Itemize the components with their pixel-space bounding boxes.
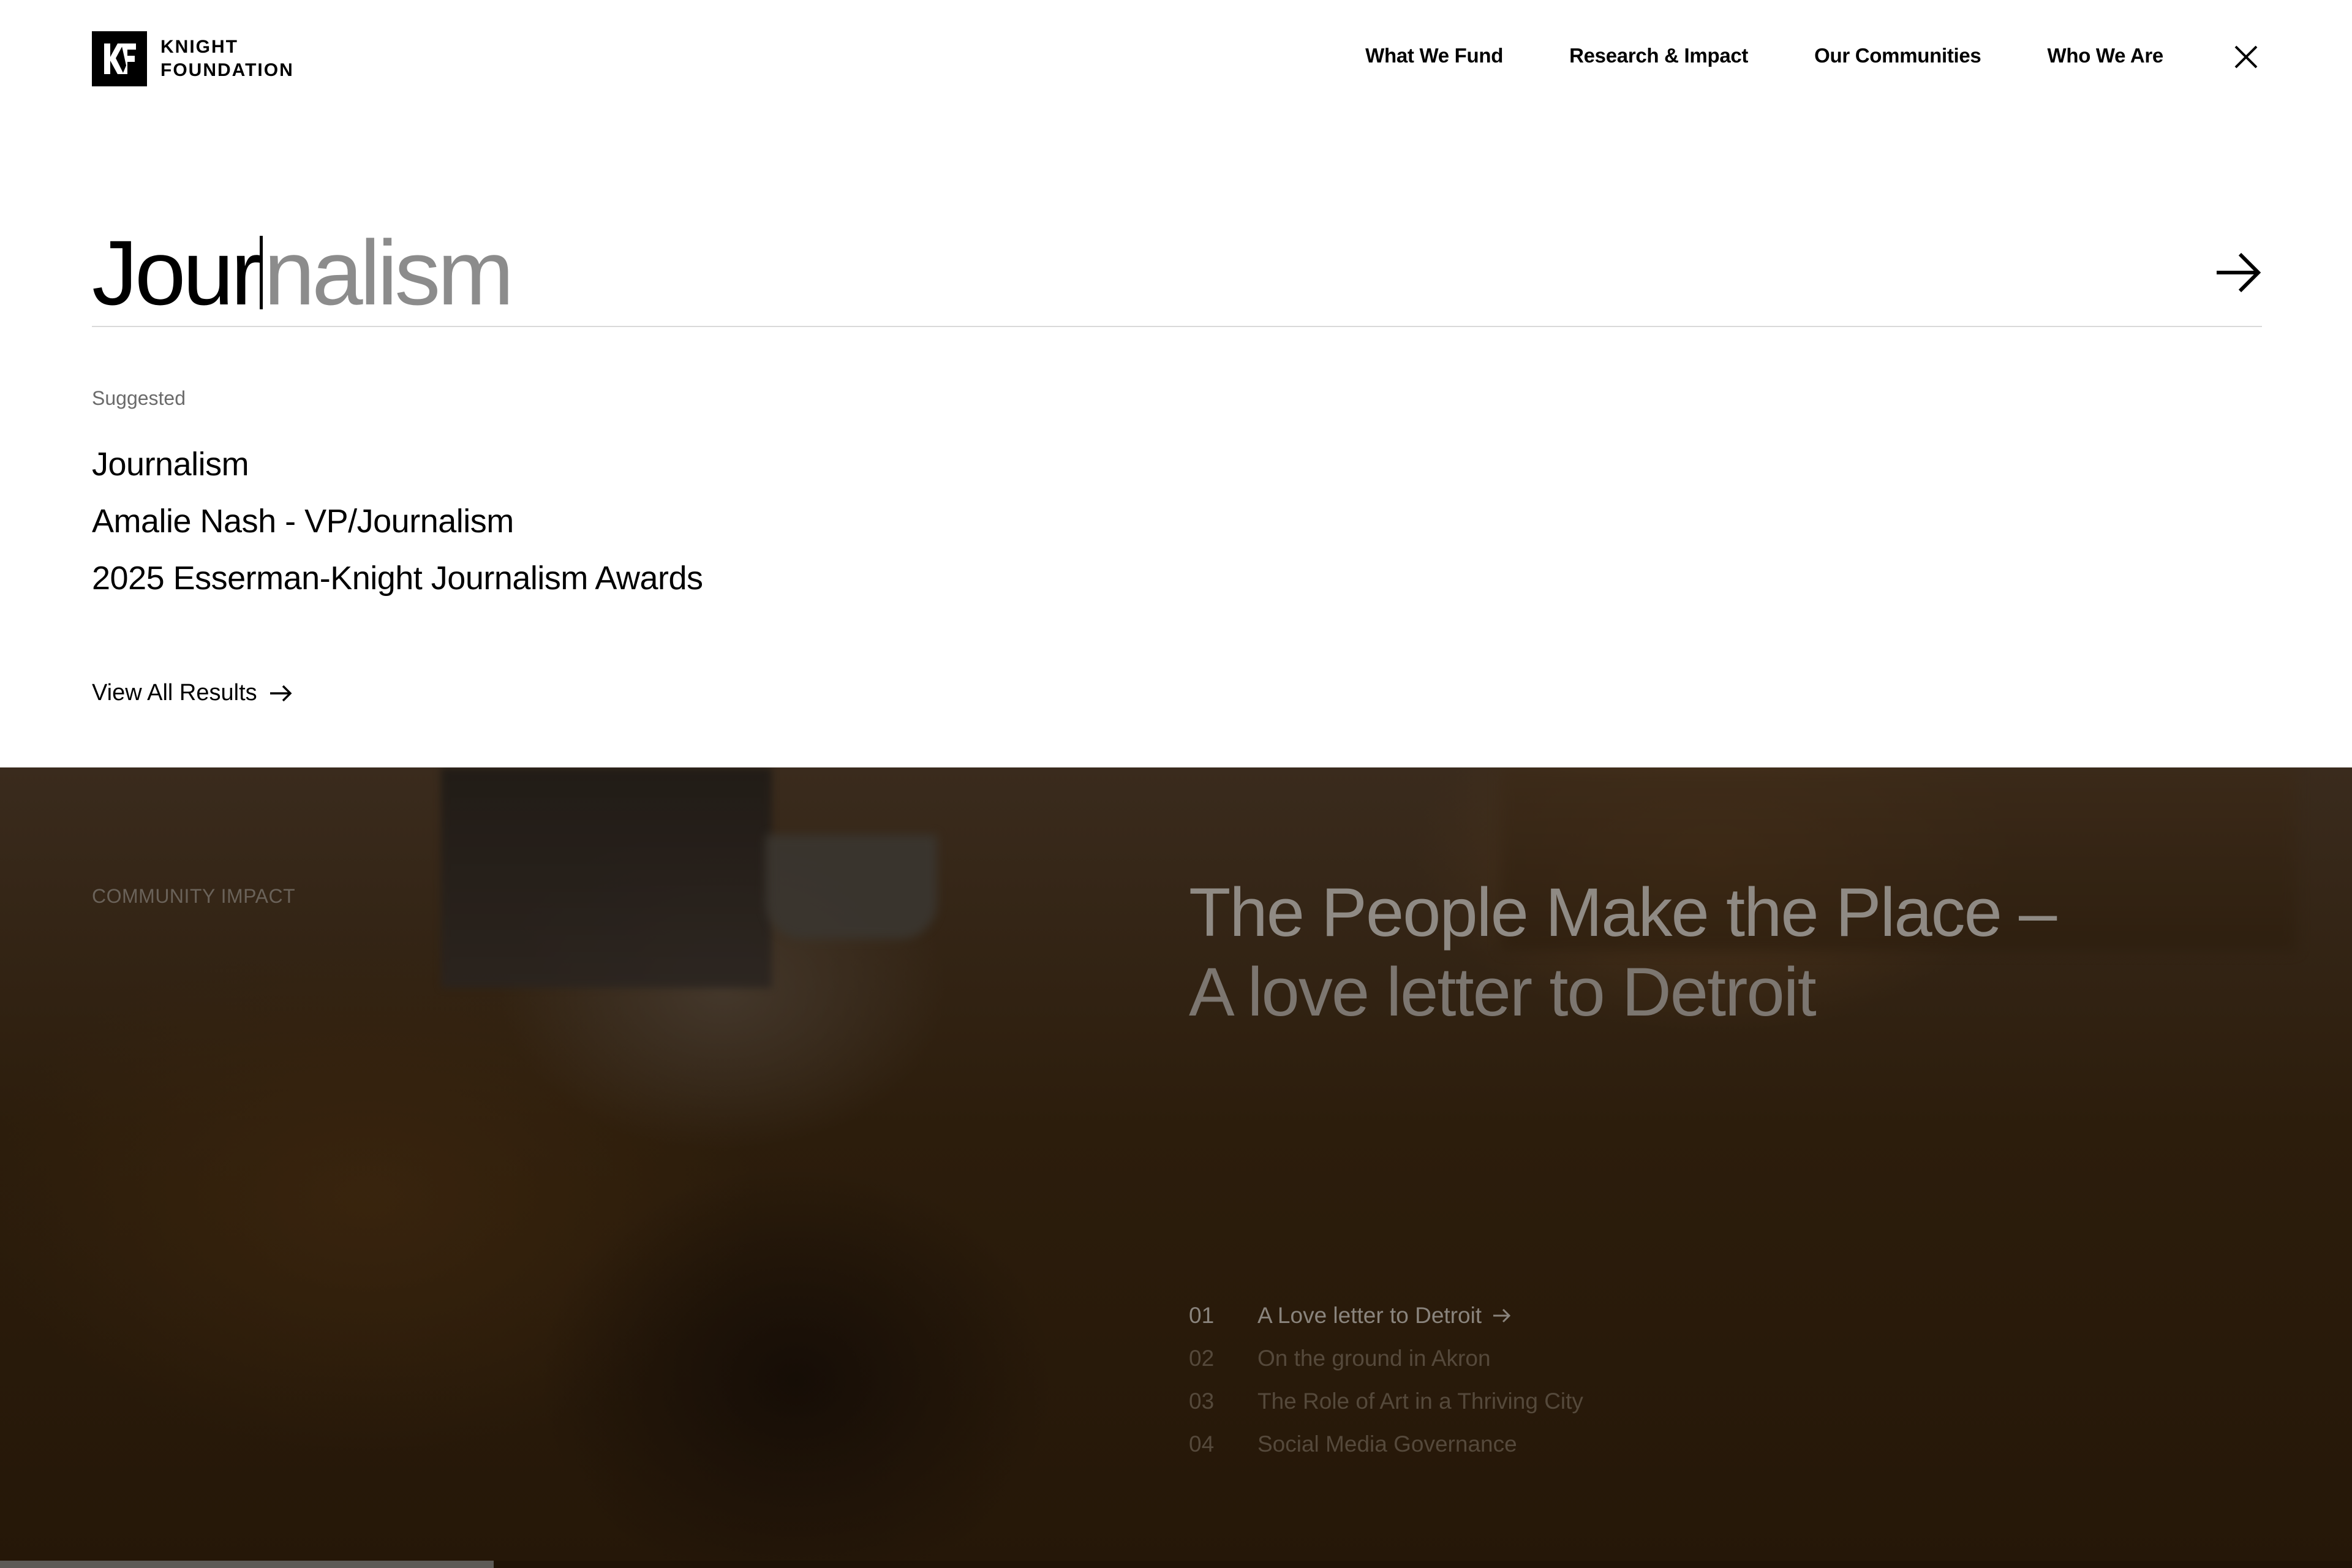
suggestion-item[interactable]: Journalism [92,436,703,493]
hero-title: The People Make the Place – A love lette… [1189,873,2057,1032]
hero-section: COMMUNITY IMPACT The People Make the Pla… [0,767,2352,1568]
story-title: On the ground in Akron [1257,1346,1491,1371]
hero-title-line2: A love letter to Detroit [1189,954,1817,1030]
search-submit-button[interactable] [2215,251,2262,294]
logo-line1: KNIGHT [160,37,238,57]
nav-item-our-communities[interactable]: Our Communities [1814,44,1981,67]
hero-title-line1: The People Make the Place – [1189,874,2057,951]
search-bar[interactable]: Journalism [92,208,2262,327]
arrow-right-icon [1493,1294,1511,1337]
nav-item-who-we-are[interactable]: Who We Are [2047,44,2163,67]
story-number: 02 [1189,1346,1215,1371]
arrow-right-icon [2217,252,2261,293]
logo-wordmark: KNIGHT FOUNDATION [160,36,294,82]
search-input[interactable]: Journalism [92,227,514,318]
suggestion-item[interactable]: 2025 Esserman-Knight Journalism Awards [92,550,703,607]
view-all-results-label: View All Results [92,680,257,706]
story-title: Social Media Governance [1257,1431,1517,1457]
slideshow-progress-bar [0,1561,494,1568]
close-icon [2234,45,2258,69]
kf-logo-mark-icon [92,31,147,86]
story-number: 01 [1189,1303,1215,1328]
hero-background-image [441,767,772,988]
story-item[interactable]: 04 Social Media Governance [1189,1423,1583,1466]
suggestion-item[interactable]: Amalie Nash - VP/Journalism [92,493,703,550]
arrow-right-icon [270,685,292,701]
text-caret [259,236,263,309]
search-typed-text: Jour [92,221,262,324]
suggestion-list: Journalism Amalie Nash - VP/Journalism 2… [92,436,703,607]
hero-background-image [766,835,937,939]
story-item[interactable]: 02 On the ground in Akron [1189,1337,1583,1380]
story-item[interactable]: 03 The Role of Art in a Thriving City [1189,1380,1583,1423]
nav-item-what-we-fund[interactable]: What We Fund [1365,44,1503,67]
search-autocomplete-text: nalism [263,221,514,324]
logo-line2: FOUNDATION [160,60,294,80]
story-list: 01 A Love letter to Detroit 02 On the gr… [1189,1294,1583,1466]
story-number: 04 [1189,1431,1215,1457]
suggested-heading: Suggested [92,387,186,409]
close-search-button[interactable] [2232,43,2260,71]
site-logo[interactable]: KNIGHT FOUNDATION [92,31,294,86]
hero-category-tag: COMMUNITY IMPACT [92,885,296,907]
site-header: KNIGHT FOUNDATION What We Fund Research … [0,0,2352,116]
story-number: 03 [1189,1389,1215,1414]
view-all-results-link[interactable]: View All Results [92,680,293,706]
story-title: The Role of Art in a Thriving City [1257,1389,1583,1414]
story-title: A Love letter to Detroit [1257,1303,1482,1328]
main-nav: What We Fund Research & Impact Our Commu… [1365,44,2163,67]
story-item[interactable]: 01 A Love letter to Detroit [1189,1294,1583,1337]
nav-item-research-impact[interactable]: Research & Impact [1569,44,1748,67]
